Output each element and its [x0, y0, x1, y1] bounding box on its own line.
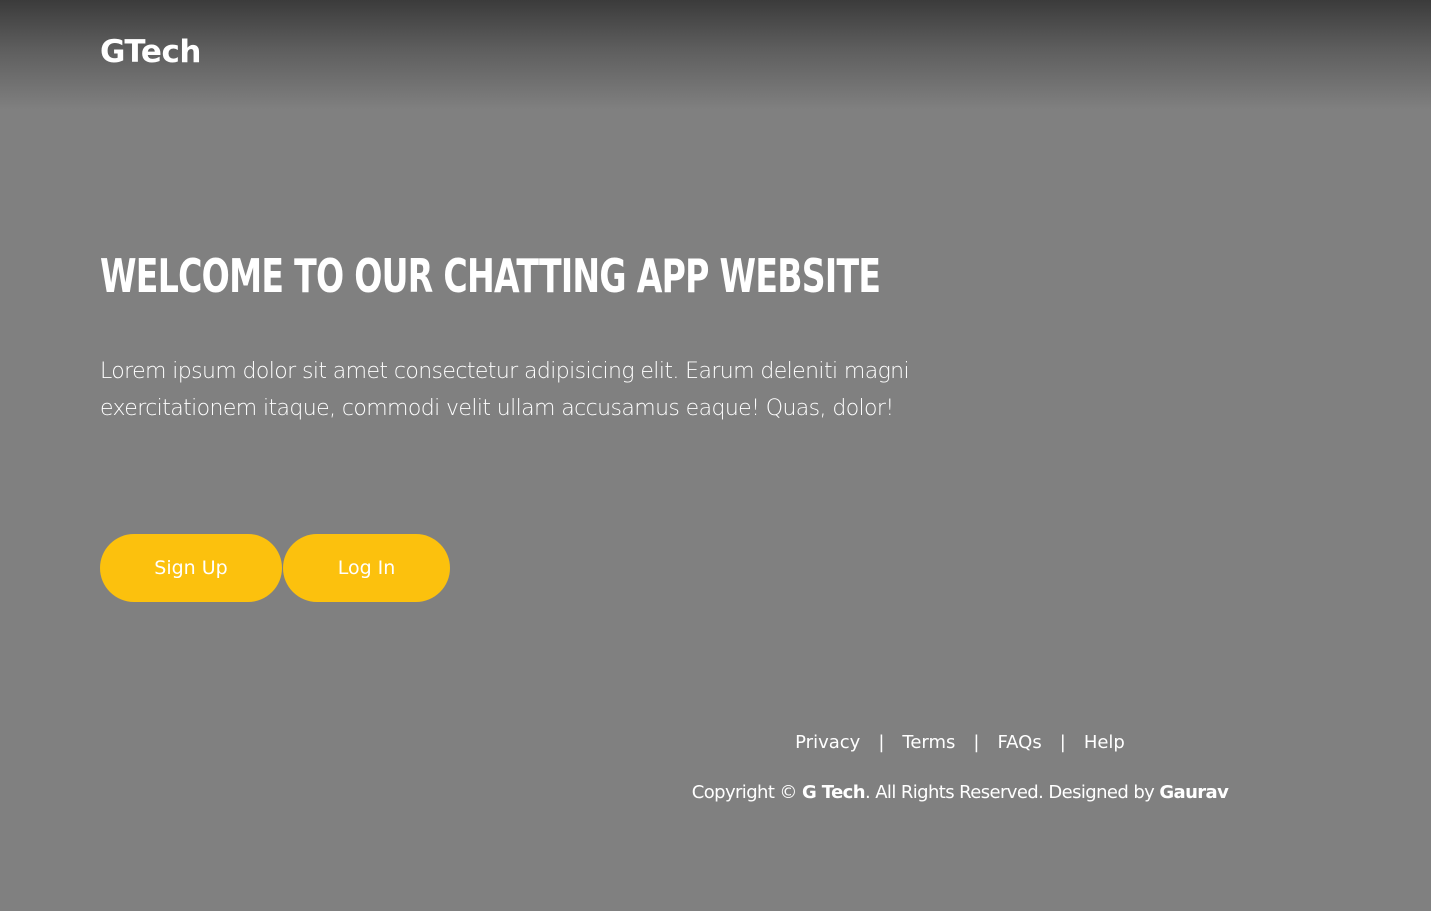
footer-link-faqs[interactable]: FAQs	[997, 732, 1041, 753]
footer-link-privacy[interactable]: Privacy	[795, 732, 860, 753]
copyright-designer: Gaurav	[1159, 782, 1229, 803]
header-shade	[0, 0, 1431, 110]
log-in-button[interactable]: Log In	[283, 534, 450, 602]
footer-separator: |	[878, 732, 885, 753]
site-logo[interactable]: GTech	[100, 30, 201, 74]
copyright-company: G Tech	[801, 782, 866, 803]
footer-separator: |	[973, 732, 980, 753]
footer-link-terms[interactable]: Terms	[902, 732, 955, 753]
copyright-text: Copyright © G Tech. All Rights Reserved.…	[686, 778, 1234, 808]
hero-description: Lorem ipsum dolor sit amet consectetur a…	[100, 359, 910, 421]
footer-separator: |	[1059, 732, 1066, 753]
copyright-middle: . All Rights Reserved. Designed by	[864, 782, 1160, 803]
copyright-prefix: Copyright ©	[691, 782, 802, 803]
footer-links: Privacy | Terms | FAQs | Help	[686, 728, 1234, 758]
hero-title: Welcome to our chatting app website	[100, 249, 881, 303]
sign-up-button[interactable]: Sign Up	[100, 534, 282, 602]
footer-link-help[interactable]: Help	[1084, 732, 1125, 753]
